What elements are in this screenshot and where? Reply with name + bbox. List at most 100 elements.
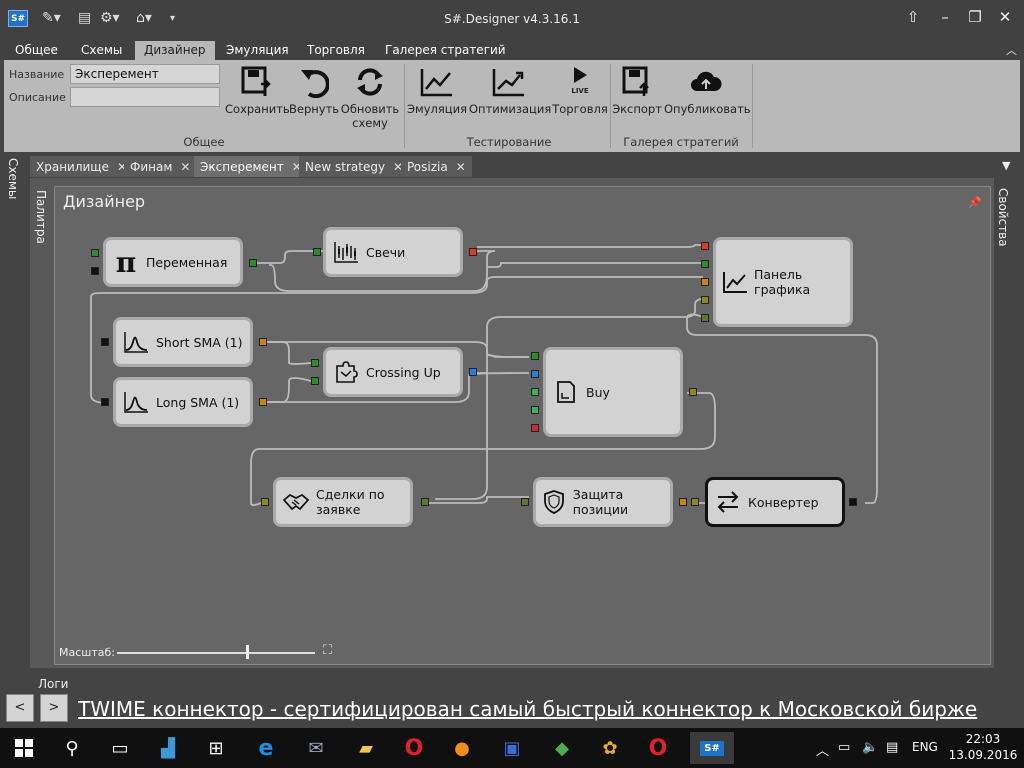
next-news-button[interactable]: >: [40, 694, 68, 722]
restore-button[interactable]: ❐: [958, 6, 992, 28]
news-ticker-link[interactable]: TWIME коннектор - сертифицирован самый б…: [78, 697, 977, 721]
paint-app-icon[interactable]: ✿: [594, 732, 626, 764]
port-long-sma-in[interactable]: [101, 398, 109, 406]
tab-gallery[interactable]: Галерея стратегий: [376, 41, 515, 60]
node-converter[interactable]: Конвертер: [705, 477, 845, 527]
node-variable[interactable]: π Переменная: [103, 237, 243, 287]
palette-side-label[interactable]: Палитра: [34, 190, 48, 244]
cube-app-icon[interactable]: ◆: [546, 732, 578, 764]
publish-button[interactable]: Опубликовать: [664, 64, 751, 116]
tab-general[interactable]: Общее: [6, 41, 67, 60]
chart-app-icon[interactable]: ▟: [152, 732, 184, 764]
port-variable-in[interactable]: [91, 249, 99, 257]
file-explorer-icon[interactable]: ▰: [350, 732, 382, 764]
node-candles[interactable]: Свечи: [323, 227, 463, 277]
trading-button[interactable]: LIVE Торговля: [551, 64, 609, 116]
port-buy-in-5[interactable]: [531, 424, 539, 432]
properties-side-label[interactable]: Свойства: [996, 188, 1010, 247]
schemes-side-label[interactable]: Схемы: [6, 158, 20, 199]
port-converter-out[interactable]: [849, 498, 857, 506]
tab-trading[interactable]: Торговля: [298, 41, 374, 60]
floppy-app-icon[interactable]: ▣: [496, 732, 528, 764]
zoom-slider-thumb[interactable]: [245, 645, 249, 659]
port-short-sma-out[interactable]: [259, 338, 267, 346]
opera-2-icon[interactable]: O: [642, 732, 674, 764]
port-chart-in-4[interactable]: [701, 296, 709, 304]
node-long-sma[interactable]: Long SMA (1): [113, 377, 253, 427]
port-candles-in[interactable]: [313, 248, 321, 256]
node-order-trades[interactable]: Сделки по заявке: [273, 477, 413, 527]
tab-designer[interactable]: Дизайнер: [135, 41, 215, 60]
store-icon[interactable]: ⊞: [200, 732, 232, 764]
minimize-button[interactable]: –: [928, 6, 962, 28]
mail-app-icon[interactable]: ✉: [300, 732, 332, 764]
windows-start-icon[interactable]: [8, 732, 40, 764]
tabs-dropdown-icon[interactable]: ▼: [1002, 159, 1010, 172]
port-variable-out[interactable]: [249, 259, 257, 267]
export-button[interactable]: Экспорт: [612, 64, 662, 116]
zoom-slider-track[interactable]: [117, 652, 315, 654]
message-icon[interactable]: ▤: [886, 740, 898, 755]
port-buy-in-2[interactable]: [531, 370, 539, 378]
prev-news-button[interactable]: <: [6, 694, 34, 722]
volume-icon[interactable]: 🔈: [862, 740, 878, 755]
ribbon-collapse-icon[interactable]: ︿: [1006, 42, 1017, 58]
emulation-button[interactable]: Эмуляция: [406, 64, 468, 116]
port-converter-in[interactable]: [691, 498, 699, 506]
save-button[interactable]: Сохранить: [225, 64, 290, 116]
properties-sidebar[interactable]: Свойства: [996, 188, 1010, 247]
tray-chevron-icon[interactable]: ︿: [816, 740, 829, 759]
node-buy[interactable]: Buy: [543, 347, 683, 437]
port-protect-out[interactable]: [679, 498, 687, 506]
language-indicator[interactable]: ENG: [912, 740, 938, 754]
node-short-sma[interactable]: Short SMA (1): [113, 317, 253, 367]
stocksharp-designer-icon[interactable]: S#: [690, 732, 734, 764]
doc-tab-experiment[interactable]: Эксперемент ✕: [194, 156, 309, 177]
close-icon[interactable]: ✕: [456, 160, 466, 174]
port-buy-in-3[interactable]: [531, 388, 539, 396]
tab-schemes[interactable]: Схемы: [72, 41, 131, 60]
close-icon[interactable]: ✕: [180, 160, 190, 174]
port-long-sma-out[interactable]: [259, 398, 267, 406]
clock[interactable]: 22:03 13.09.2016: [946, 731, 1020, 763]
optimization-button[interactable]: Оптимизация: [469, 64, 551, 116]
doc-tab-new-strategy[interactable]: New strategy ✕: [299, 156, 411, 177]
refresh-scheme-button[interactable]: Обновить схему: [340, 64, 400, 130]
port-chart-in-2[interactable]: [701, 260, 709, 268]
port-buy-in-4[interactable]: [531, 406, 539, 414]
port-chart-in-3[interactable]: [701, 278, 709, 286]
port-buy-out[interactable]: [689, 388, 697, 396]
port-trades-out[interactable]: [421, 498, 429, 506]
port-trades-in[interactable]: [261, 498, 269, 506]
edge-browser-icon[interactable]: e: [250, 732, 282, 764]
revert-button[interactable]: Вернуть: [289, 64, 339, 116]
fit-view-icon[interactable]: ⛶: [323, 643, 332, 658]
port-crossing-in-2[interactable]: [311, 377, 319, 385]
port-protect-in[interactable]: [521, 498, 529, 506]
opera-icon[interactable]: O: [398, 732, 430, 764]
tab-emulation[interactable]: Эмуляция: [217, 41, 298, 60]
doc-tab-posizia[interactable]: Posizia ✕: [401, 156, 473, 177]
name-input[interactable]: Эксперемент: [70, 64, 220, 84]
port-crossing-in-1[interactable]: [311, 359, 319, 367]
task-view-icon[interactable]: ▭: [104, 732, 136, 764]
search-icon[interactable]: ⚲: [56, 732, 88, 764]
designer-canvas[interactable]: Дизайнер 📌 π Переменная Свечи Панель гра…: [54, 186, 991, 665]
node-chart-panel[interactable]: Панель графика: [713, 237, 853, 327]
schemes-sidebar[interactable]: Схемы: [6, 158, 24, 678]
node-position-protection[interactable]: Защита позиции: [533, 477, 673, 527]
port-chart-in-5[interactable]: [701, 314, 709, 322]
logs-label[interactable]: Логи: [38, 677, 68, 691]
description-input[interactable]: [70, 87, 220, 107]
port-variable-in-2[interactable]: [91, 267, 99, 275]
port-crossing-out[interactable]: [469, 368, 477, 376]
network-icon[interactable]: ▭: [838, 740, 850, 755]
close-button[interactable]: ✕: [988, 6, 1022, 28]
node-crossing-up[interactable]: Crossing Up: [323, 347, 463, 397]
pin-window-button[interactable]: ⇧: [896, 6, 930, 28]
port-chart-in-1[interactable]: [701, 242, 709, 250]
port-short-sma-in[interactable]: [101, 338, 109, 346]
doc-tab-storage[interactable]: Хранилище ✕: [30, 156, 135, 177]
port-candles-out[interactable]: [469, 248, 477, 256]
port-buy-in-1[interactable]: [531, 352, 539, 360]
